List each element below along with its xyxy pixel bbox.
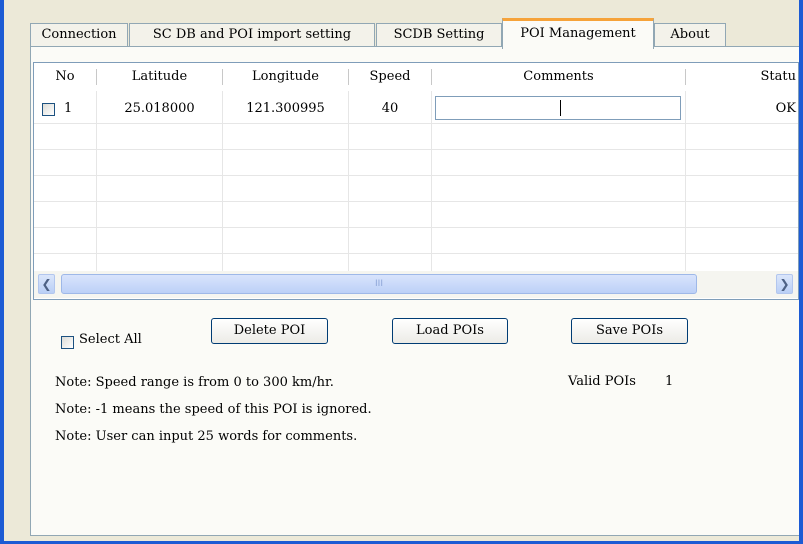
cell-status: OK (775, 101, 796, 116)
table-row[interactable]: 1 25.018000 121.300995 40 OK (34, 96, 798, 122)
text-caret (560, 100, 561, 116)
horizontal-scrollbar[interactable]: ❮ III ❯ (34, 271, 798, 298)
delete-poi-button[interactable]: Delete POI (211, 318, 328, 344)
valid-pois-label: Valid POIs (568, 374, 636, 389)
comments-edit-field[interactable] (435, 96, 681, 120)
tab-scdb-setting[interactable]: SCDB Setting (376, 23, 502, 46)
cell-no: 1 (64, 101, 73, 116)
cell-latitude[interactable]: 25.018000 (97, 96, 222, 122)
window-frame-left (0, 0, 4, 544)
cell-longitude[interactable]: 121.300995 (223, 96, 348, 122)
select-all-label[interactable]: Select All (79, 332, 142, 347)
grid-line (34, 201, 798, 202)
grid-line (34, 175, 798, 176)
scroll-left-arrow-icon[interactable]: ❮ (38, 274, 55, 294)
column-divider[interactable] (685, 69, 686, 85)
row-checkbox[interactable] (42, 103, 55, 116)
column-header-status[interactable]: Statu (734, 63, 798, 91)
grid-line (34, 253, 798, 254)
tab-about[interactable]: About (654, 23, 726, 46)
column-header-longitude[interactable]: Longitude (223, 63, 348, 91)
poi-grid[interactable]: No Latitude Longitude Speed Comments Sta… (33, 62, 799, 300)
tab-connection[interactable]: Connection (30, 23, 128, 46)
note-speed-ignored: Note: -1 means the speed of this POI is … (55, 402, 372, 417)
scroll-right-arrow-icon[interactable]: ❯ (776, 274, 793, 294)
valid-pois-count: 1 (665, 374, 674, 389)
load-pois-button[interactable]: Load POIs (392, 318, 508, 344)
grid-line (34, 227, 798, 228)
note-speed-range: Note: Speed range is from 0 to 300 km/hr… (55, 375, 334, 390)
window-frame-right (799, 0, 803, 544)
select-all-checkbox[interactable] (61, 336, 74, 349)
scrollbar-thumb[interactable]: III (61, 274, 697, 294)
cell-speed[interactable]: 40 (349, 96, 431, 122)
save-pois-button[interactable]: Save POIs (571, 318, 688, 344)
grid-line (34, 149, 798, 150)
column-header-no[interactable]: No (34, 63, 96, 91)
tab-scdb-poi-import[interactable]: SC DB and POI import setting (129, 23, 375, 46)
column-header-latitude[interactable]: Latitude (97, 63, 222, 91)
grid-header: No Latitude Longitude Speed Comments Sta… (34, 63, 798, 91)
note-comments-limit: Note: User can input 25 words for commen… (55, 429, 358, 444)
tab-poi-management[interactable]: POI Management (502, 18, 654, 49)
column-header-speed[interactable]: Speed (349, 63, 431, 91)
scroll-grip: III (375, 279, 383, 289)
grid-line (34, 123, 798, 124)
column-header-comments[interactable]: Comments (432, 63, 685, 91)
